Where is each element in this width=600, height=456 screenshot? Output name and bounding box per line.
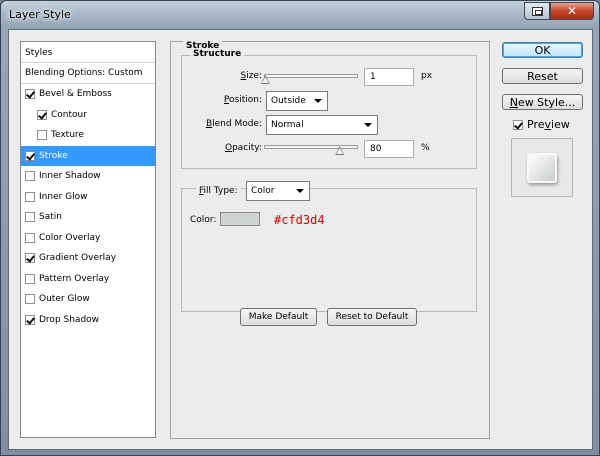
style-preview [511, 138, 573, 197]
style-checkbox[interactable] [25, 232, 35, 243]
style-item-styles[interactable]: Styles [21, 43, 155, 63]
style-item-contour[interactable]: Contour [21, 105, 155, 125]
fill-type-label: Fill Type: [196, 186, 241, 196]
style-item-satin[interactable]: Satin [21, 207, 155, 227]
blend-mode-label: Blend Mode: [205, 119, 262, 129]
structure-group: Structure Size: px Position: Outside Ble… [181, 49, 477, 169]
style-item-label: Outer Glow [39, 294, 90, 304]
reset-to-default-button[interactable]: Reset to Default [327, 308, 417, 326]
preview-swatch [527, 152, 557, 183]
style-item-label: Color Overlay [39, 232, 101, 243]
color-hex-annotation: #cfd3d4 [274, 213, 325, 227]
ok-button[interactable]: OK [502, 42, 583, 58]
position-label: Position: [223, 95, 262, 105]
blend-mode-value: Normal [271, 120, 304, 130]
fill-type-value: Color [251, 186, 275, 196]
style-item-label: Gradient Overlay [39, 253, 117, 263]
close-icon: ✕ [566, 4, 578, 18]
style-item-label: Styles [25, 47, 53, 58]
opacity-label: Opacity: [224, 143, 262, 153]
chevron-down-icon [314, 99, 322, 103]
style-item-inner-glow[interactable]: Inner Glow [21, 187, 155, 207]
fill-type-select[interactable]: Color [246, 181, 310, 201]
fill-group: Fill Type: Color Color: #cfd3d4 [181, 181, 477, 312]
style-checkbox[interactable] [25, 294, 35, 304]
style-item-label: Inner Shadow [39, 171, 101, 181]
preview-label: Preview [527, 118, 570, 131]
style-checkbox[interactable] [25, 150, 35, 161]
style-item-label: Texture [51, 130, 84, 140]
style-checkbox[interactable] [25, 89, 35, 99]
style-item-label: Inner Glow [39, 191, 88, 202]
help-icon [531, 6, 543, 16]
opacity-input[interactable] [364, 140, 414, 158]
style-checkbox[interactable] [37, 109, 47, 120]
size-input[interactable] [364, 68, 414, 86]
style-checkbox[interactable] [25, 191, 35, 202]
chevron-down-icon [296, 189, 304, 193]
style-checkbox[interactable] [25, 314, 35, 325]
close-button[interactable]: ✕ [550, 2, 594, 20]
style-item-pattern-overlay[interactable]: Pattern Overlay [21, 269, 155, 289]
chevron-down-icon [364, 123, 372, 127]
style-checkbox[interactable] [37, 130, 47, 140]
style-item-label: Contour [51, 109, 87, 120]
style-item-drop-shadow[interactable]: Drop Shadow [21, 310, 155, 330]
new-style-button[interactable]: New Style... [502, 94, 583, 110]
layer-style-window: Layer Style ✕ Styles Blending Options: Cu… [0, 0, 600, 456]
color-swatch[interactable] [220, 212, 260, 226]
style-item-gradient-overlay[interactable]: Gradient Overlay [21, 248, 155, 268]
style-item-color-overlay[interactable]: Color Overlay [21, 228, 155, 248]
style-item-blending-options-custom[interactable]: Blending Options: Custom [21, 64, 155, 84]
help-button[interactable] [524, 2, 550, 20]
make-default-button[interactable]: Make Default [240, 308, 317, 326]
style-item-inner-shadow[interactable]: Inner Shadow [21, 166, 155, 186]
size-label: Size: [240, 71, 262, 81]
style-checkbox[interactable] [25, 212, 35, 222]
style-checkbox[interactable] [25, 253, 35, 263]
structure-title: Structure [190, 49, 245, 59]
style-item-label: Bevel & Emboss [39, 89, 112, 99]
blend-mode-select[interactable]: Normal [266, 115, 378, 135]
color-label: Color: [190, 215, 217, 225]
style-item-label: Stroke [39, 150, 68, 161]
dialog-body: Styles Blending Options: Custom Bevel & Em… [8, 29, 593, 450]
opacity-slider[interactable] [264, 145, 358, 149]
position-value: Outside [271, 96, 306, 106]
preview-toggle[interactable]: Preview [513, 118, 570, 131]
style-item-stroke[interactable]: Stroke [21, 145, 155, 166]
style-item-label: Pattern Overlay [39, 273, 110, 284]
style-item-texture[interactable]: Texture [21, 125, 155, 145]
window-title: Layer Style [9, 8, 71, 21]
opacity-unit: % [421, 143, 430, 153]
reset-button[interactable]: Reset [502, 68, 583, 84]
style-item-label: Blending Options: Custom [25, 68, 143, 78]
style-item-label: Drop Shadow [39, 314, 100, 325]
title-bar[interactable]: Layer Style ✕ [1, 1, 599, 29]
style-item-bevel-emboss[interactable]: Bevel & Emboss [21, 84, 155, 104]
style-item-outer-glow[interactable]: Outer Glow [21, 289, 155, 309]
size-slider[interactable] [264, 74, 358, 78]
preview-checkbox[interactable] [513, 119, 523, 130]
style-item-label: Satin [39, 212, 62, 222]
position-select[interactable]: Outside [266, 91, 328, 111]
stroke-panel: Stroke Structure Size: px Position: Outs… [170, 41, 490, 439]
size-unit: px [421, 71, 433, 81]
style-checkbox[interactable] [25, 273, 35, 284]
style-checkbox[interactable] [25, 171, 35, 181]
styles-list: Styles Blending Options: Custom Bevel & Em… [20, 41, 156, 438]
